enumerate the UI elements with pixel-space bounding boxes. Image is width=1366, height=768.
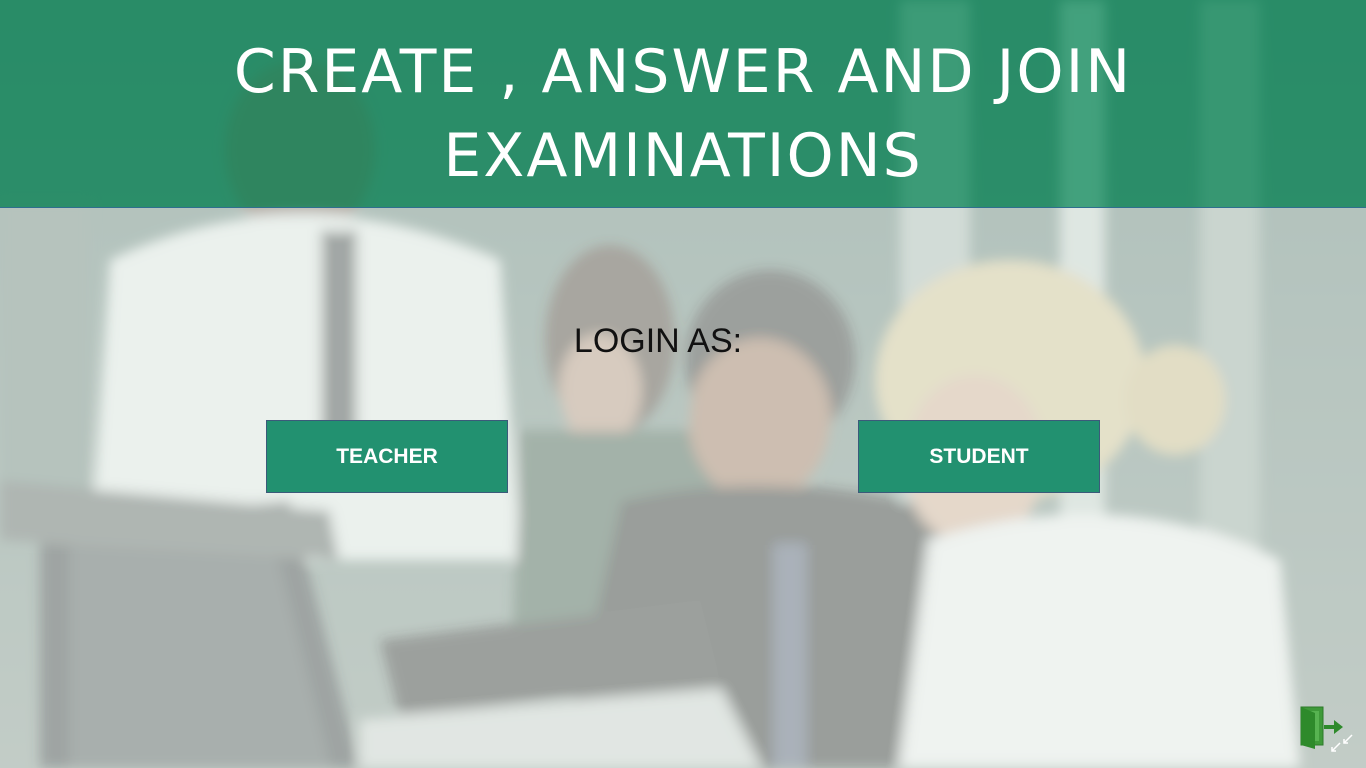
exit-button[interactable]: [1300, 705, 1356, 753]
resize-arrows-icon: [1331, 734, 1353, 752]
app-window: CREATE , ANSWER AND JOIN EXAMINATIONS LO…: [0, 0, 1366, 768]
login-as-label: LOGIN AS:: [573, 322, 743, 360]
exit-door-icon: [1300, 706, 1353, 752]
page-title-line-2: EXAMINATIONS: [443, 121, 923, 191]
student-button-label: STUDENT: [929, 444, 1029, 468]
student-button[interactable]: STUDENT: [858, 420, 1100, 493]
teacher-button-label: TEACHER: [336, 444, 438, 468]
page-title: CREATE , ANSWER AND JOIN EXAMINATIONS: [0, 30, 1366, 198]
page-title-line-1: CREATE , ANSWER AND JOIN: [233, 37, 1133, 107]
background-overlay: [0, 207, 1366, 768]
teacher-button[interactable]: TEACHER: [266, 420, 508, 493]
